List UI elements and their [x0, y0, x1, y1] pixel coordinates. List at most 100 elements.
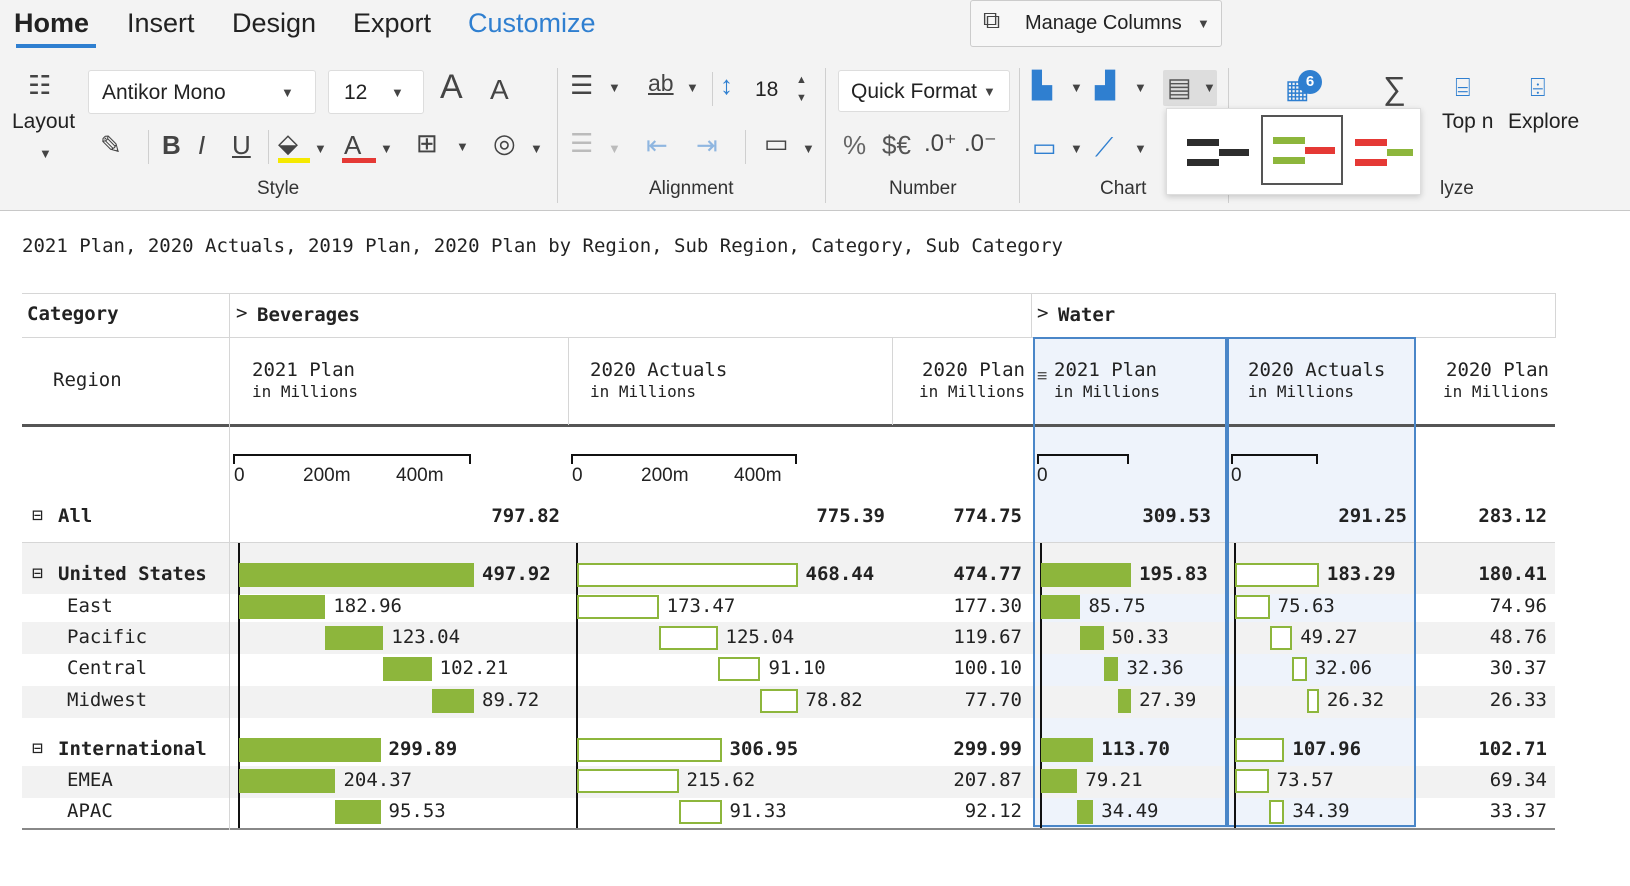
font-family-select[interactable]: Antikor Mono ▼ [88, 70, 316, 114]
column-title[interactable]: 2020 Actuals [590, 359, 727, 381]
waterfall-bar [577, 769, 679, 793]
variance-format-button[interactable]: ▤ ▼ [1163, 70, 1217, 106]
collapse-icon[interactable]: ⊟ [32, 563, 43, 584]
axis-tick-label: 0 [572, 465, 583, 486]
font-color-icon[interactable]: A [344, 132, 361, 158]
chevron-right-icon[interactable]: > [1037, 302, 1048, 324]
format-option-dark[interactable] [1179, 123, 1251, 179]
total-bar [239, 738, 381, 762]
decrease-indent-icon[interactable]: ⇤ [646, 132, 668, 158]
underline-icon[interactable]: U [232, 132, 251, 158]
row-label[interactable]: United States [58, 563, 207, 585]
cell-value: 27.39 [1139, 689, 1197, 711]
collapse-icon[interactable]: ⊟ [32, 738, 43, 759]
group-label-style: Style [257, 178, 300, 199]
format-painter-icon[interactable]: ✎ [100, 132, 122, 158]
row-label[interactable]: Midwest [67, 689, 147, 711]
visibility-icon[interactable]: ◎ [493, 130, 516, 156]
chevron-right-icon[interactable]: > [236, 302, 247, 324]
tab-insert[interactable]: Insert [127, 8, 195, 39]
cell-value: 299.99 [953, 738, 1022, 760]
waterfall-bar [1269, 626, 1293, 650]
decrease-font-icon[interactable]: A [490, 76, 509, 104]
tab-design[interactable]: Design [232, 8, 316, 39]
wrap-text-icon[interactable]: ab [648, 72, 674, 95]
percent-icon[interactable]: % [843, 132, 866, 158]
collapse-icon[interactable]: ⊟ [32, 505, 43, 526]
align-center-icon[interactable]: ☰ [570, 130, 593, 156]
beverages-header[interactable]: Beverages [257, 304, 360, 326]
column-title[interactable]: 2021 Plan [252, 359, 355, 381]
decrease-decimal-icon[interactable]: .0⁻ [964, 132, 997, 156]
cell-value: 119.67 [953, 626, 1022, 648]
line-chart-icon[interactable]: ⟋ [1095, 134, 1113, 160]
row-label[interactable]: Central [67, 657, 147, 679]
row-height-value[interactable]: 18 [755, 78, 778, 102]
waterfall-bar [335, 800, 381, 824]
waterfall-bar [717, 657, 761, 681]
cell-value: 775.39 [816, 505, 885, 527]
layout-button[interactable]: ☷ Layout ▼ [8, 70, 83, 170]
format-option-red-green[interactable] [1349, 123, 1421, 179]
water-header[interactable]: Water [1058, 304, 1115, 326]
row-label[interactable]: All [58, 505, 92, 527]
chevron-down-icon: ▼ [608, 141, 621, 156]
tab-customize[interactable]: Customize [468, 8, 596, 39]
italic-icon[interactable]: I [198, 132, 205, 158]
column-title[interactable]: 2020 Plan [922, 359, 1025, 381]
manage-columns-button[interactable]: ⧉ Manage Columns ▼ [970, 0, 1222, 47]
font-size-select[interactable]: 12 ▼ [328, 70, 424, 114]
cell-value: 125.04 [725, 626, 795, 648]
bold-icon[interactable]: B [162, 132, 181, 158]
sum-icon[interactable]: ∑ [1383, 72, 1406, 104]
currency-icon[interactable]: $€ [882, 132, 911, 158]
chevron-up-icon[interactable]: ▲ [796, 74, 807, 86]
column-title[interactable]: 2020 Actuals [1248, 359, 1385, 381]
chevron-down-icon: ▼ [686, 80, 699, 95]
format-option-green-red[interactable] [1261, 115, 1343, 185]
cell-value: 32.36 [1126, 657, 1184, 679]
column-title[interactable]: 2021 Plan [1054, 359, 1157, 381]
column-unit: in Millions [1443, 382, 1549, 401]
bar-chart-icon[interactable]: ▙ [1032, 72, 1052, 98]
waterfall-bar [1118, 689, 1132, 713]
cell-value: 73.57 [1276, 769, 1334, 791]
increase-indent-icon[interactable]: ⇥ [696, 132, 718, 158]
category-header: Category [27, 303, 119, 325]
fill-color-icon[interactable]: ⬙ [278, 130, 298, 156]
cell-value: 497.92 [482, 563, 551, 585]
variance-format-popup [1166, 108, 1421, 195]
axis-tick-label: 200m [641, 465, 689, 486]
quick-format-select[interactable]: Quick Format ▼ [838, 70, 1010, 112]
column-title[interactable]: 2020 Plan [1446, 359, 1549, 381]
column-resize-handle[interactable] [1226, 425, 1229, 493]
total-bar [1235, 738, 1285, 762]
waterfall-chart-icon[interactable]: ▟ [1095, 72, 1115, 98]
row-label[interactable]: East [67, 595, 113, 617]
top-n-button[interactable]: Top n [1442, 110, 1493, 134]
increase-font-icon[interactable]: A [440, 70, 463, 104]
row-label[interactable]: International [58, 738, 207, 760]
cell-value: 33.37 [1489, 800, 1547, 822]
font-size-value: 12 [344, 81, 368, 104]
column-width-icon[interactable]: ▭ [764, 130, 789, 156]
explore-button[interactable]: Explore [1508, 110, 1579, 134]
tab-home[interactable]: Home [14, 8, 89, 39]
column-chart-icon[interactable]: ▭ [1032, 134, 1057, 160]
tab-export[interactable]: Export [353, 8, 431, 39]
cell-value: 215.62 [686, 769, 756, 791]
row-label[interactable]: EMEA [67, 769, 113, 791]
borders-icon[interactable]: ⊞ [416, 130, 438, 156]
chevron-down-icon[interactable]: ▼ [796, 92, 807, 104]
row-label[interactable]: Pacific [67, 626, 147, 648]
cell-value: 95.53 [388, 800, 446, 822]
waterfall-bar [239, 769, 336, 793]
cell-value: 183.29 [1326, 563, 1396, 585]
divider [825, 68, 826, 203]
row-label[interactable]: APAC [67, 800, 113, 822]
table-format-icon: ▤ [1167, 72, 1192, 102]
axis-tick-label: 200m [303, 465, 351, 486]
column-drag-handle-icon[interactable]: ≡ [1037, 366, 1047, 386]
increase-decimal-icon[interactable]: .0⁺ [924, 132, 957, 156]
align-left-icon[interactable]: ☰ [570, 72, 593, 98]
